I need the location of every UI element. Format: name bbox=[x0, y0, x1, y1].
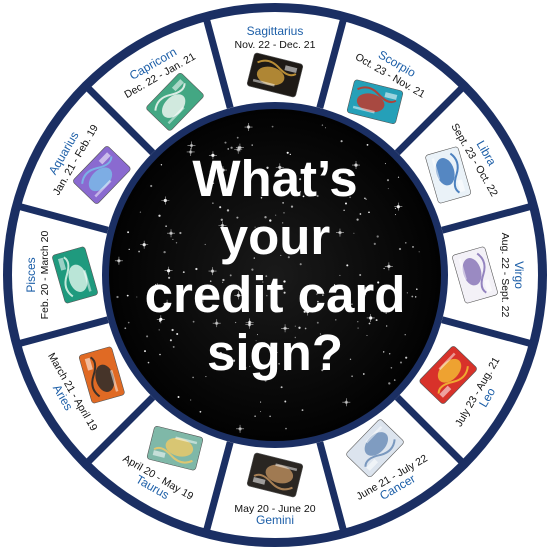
star bbox=[388, 353, 391, 355]
star bbox=[324, 127, 327, 129]
star bbox=[366, 144, 369, 146]
star bbox=[163, 250, 166, 254]
star bbox=[179, 231, 182, 235]
star bbox=[405, 356, 408, 359]
star bbox=[301, 409, 304, 412]
star bbox=[399, 361, 403, 364]
star bbox=[271, 125, 274, 128]
star bbox=[160, 164, 163, 166]
star bbox=[177, 396, 180, 398]
star bbox=[138, 250, 141, 253]
star bbox=[397, 176, 400, 178]
star bbox=[176, 332, 179, 336]
star bbox=[254, 415, 256, 417]
star bbox=[116, 295, 119, 299]
star bbox=[406, 292, 408, 294]
star bbox=[416, 288, 418, 290]
star bbox=[340, 140, 343, 143]
star bbox=[418, 251, 420, 253]
star bbox=[351, 375, 353, 378]
star bbox=[136, 296, 138, 298]
star bbox=[386, 325, 388, 327]
star bbox=[412, 246, 414, 248]
star bbox=[150, 184, 153, 188]
star bbox=[230, 146, 233, 149]
star bbox=[376, 235, 379, 238]
star bbox=[126, 294, 129, 297]
gemini-name: Gemini bbox=[256, 513, 294, 527]
star bbox=[280, 386, 283, 389]
star bbox=[404, 334, 406, 336]
star bbox=[285, 427, 287, 430]
star bbox=[224, 141, 227, 144]
gemini-dates: May 20 - June 20 bbox=[234, 503, 315, 515]
star bbox=[128, 248, 130, 251]
pisces-dates: Feb. 20 - March 20 bbox=[39, 230, 51, 319]
star bbox=[127, 231, 130, 234]
star bbox=[390, 367, 393, 369]
star bbox=[321, 124, 324, 126]
star bbox=[411, 295, 414, 298]
star bbox=[394, 214, 397, 216]
star bbox=[169, 339, 172, 342]
star bbox=[362, 373, 365, 375]
star bbox=[144, 350, 146, 353]
star bbox=[269, 415, 271, 418]
star bbox=[159, 353, 161, 356]
star bbox=[192, 376, 194, 379]
virgo-name: Virgo bbox=[512, 261, 526, 289]
star bbox=[387, 188, 389, 190]
headline-line-4: sign? bbox=[207, 324, 343, 381]
pisces-name: Pisces bbox=[24, 257, 38, 292]
star bbox=[204, 243, 206, 246]
star bbox=[405, 242, 407, 244]
star bbox=[357, 327, 359, 329]
star bbox=[165, 225, 167, 227]
star bbox=[146, 335, 149, 338]
star bbox=[349, 358, 352, 360]
star bbox=[366, 334, 368, 337]
star bbox=[260, 411, 262, 413]
star bbox=[171, 328, 174, 332]
star bbox=[158, 214, 161, 217]
star bbox=[414, 296, 417, 298]
headline-line-3: credit card bbox=[145, 266, 406, 323]
star bbox=[251, 144, 253, 146]
virgo-dates: Aug. 22 - Sept. 22 bbox=[499, 233, 511, 318]
star bbox=[394, 207, 396, 210]
star bbox=[189, 399, 192, 401]
star bbox=[388, 382, 391, 385]
star bbox=[124, 327, 127, 330]
star bbox=[373, 242, 376, 245]
star bbox=[356, 218, 359, 221]
star bbox=[139, 211, 142, 213]
star bbox=[172, 345, 175, 348]
star bbox=[158, 329, 160, 331]
star bbox=[172, 238, 174, 240]
star bbox=[175, 242, 178, 244]
star bbox=[398, 247, 402, 251]
sagittarius-name: Sagittarius bbox=[247, 24, 304, 38]
star bbox=[236, 136, 239, 139]
sagittarius-dates: Nov. 22 - Dec. 21 bbox=[235, 39, 316, 51]
star bbox=[383, 351, 385, 353]
star bbox=[284, 400, 287, 403]
star bbox=[384, 163, 386, 165]
star bbox=[353, 232, 355, 234]
star bbox=[368, 211, 370, 214]
headline-line-1: What’s bbox=[192, 150, 357, 207]
star bbox=[359, 213, 362, 215]
star bbox=[386, 179, 390, 182]
star bbox=[364, 197, 366, 200]
zodiac-wheel: SagittariusNov. 22 - Dec. 21ScorpioOct. … bbox=[3, 3, 547, 547]
star bbox=[147, 361, 150, 364]
headline-line-2: your bbox=[220, 208, 331, 265]
star bbox=[199, 410, 202, 413]
star bbox=[343, 209, 345, 211]
star bbox=[260, 401, 262, 403]
star bbox=[127, 321, 130, 324]
star bbox=[393, 379, 396, 381]
